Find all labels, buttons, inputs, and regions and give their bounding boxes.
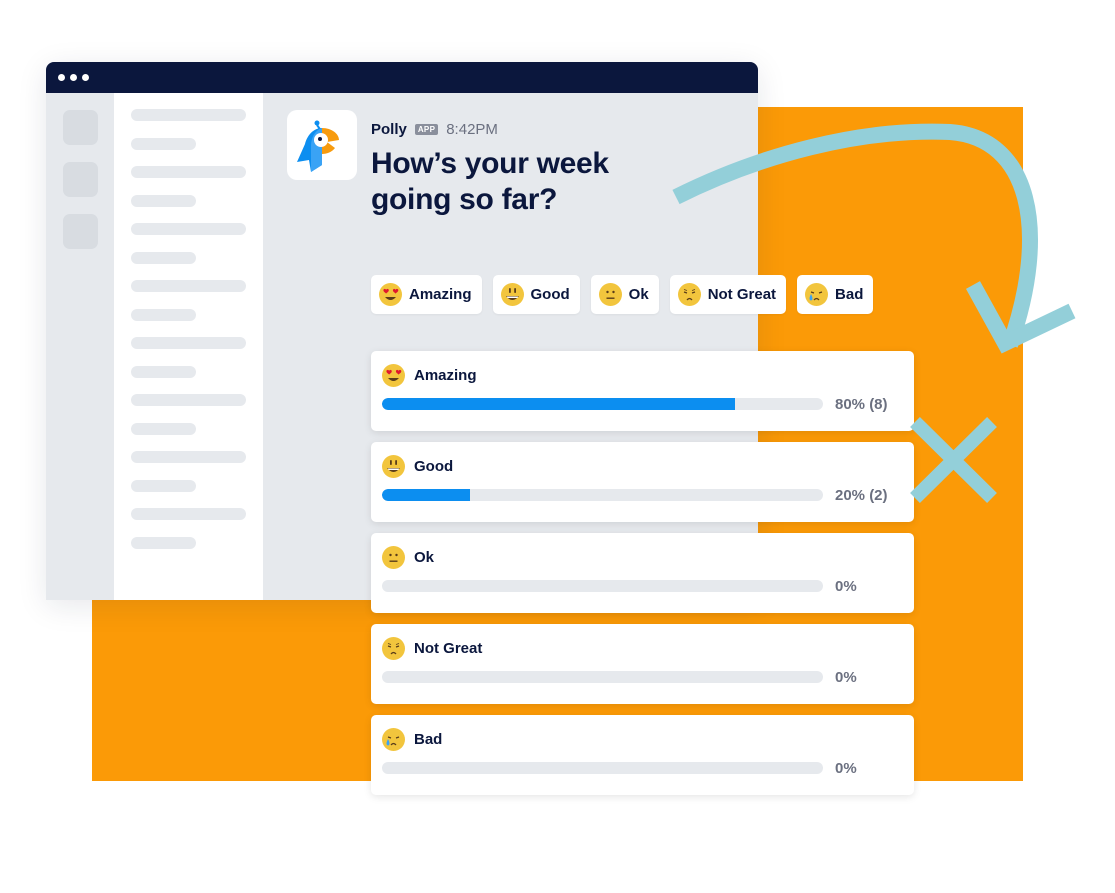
vote-button-label: Ok (628, 286, 649, 303)
grinning-emoji-icon (500, 283, 524, 306)
disappointed-emoji-icon (677, 283, 701, 306)
workspace-item[interactable] (63, 162, 98, 197)
result-progress-fill (382, 398, 735, 410)
channel-placeholder-line[interactable] (131, 337, 246, 349)
channel-placeholder-line[interactable] (131, 166, 246, 178)
vote-button-label: Not Great (707, 286, 777, 303)
channel-placeholder-line[interactable] (131, 451, 246, 463)
result-card: Good 20% (2) (371, 442, 914, 522)
vote-button-amazing[interactable]: Amazing (371, 275, 482, 314)
workspace-item[interactable] (63, 110, 98, 145)
neutral-emoji-icon (382, 546, 405, 569)
channel-placeholder-line[interactable] (131, 394, 246, 406)
result-percentage: 0% (835, 578, 857, 595)
result-header: Ok (382, 546, 434, 569)
heart-eyes-emoji-icon (382, 364, 405, 387)
channel-placeholder-line[interactable] (131, 365, 196, 378)
result-percentage: 0% (835, 760, 857, 777)
crying-emoji-icon (805, 283, 829, 306)
result-header: Bad (382, 728, 442, 751)
channel-placeholder-line[interactable] (131, 280, 246, 292)
channel-placeholder-line[interactable] (131, 109, 246, 121)
result-label: Not Great (414, 640, 483, 657)
result-card: Bad 0% (371, 715, 914, 795)
result-card: Amazing 80% (8) (371, 351, 914, 431)
result-progress-bar (382, 671, 823, 683)
vote-button-label: Bad (835, 286, 864, 303)
poll-question: How’s your week going so far? (371, 147, 609, 216)
result-percentage: 20% (2) (835, 487, 888, 504)
heart-eyes-emoji-icon (379, 283, 402, 306)
result-label: Amazing (414, 367, 477, 384)
window-controls (58, 74, 89, 81)
message-header: Polly APP 8:42PM (371, 121, 498, 138)
channel-placeholder-line[interactable] (131, 508, 246, 520)
result-progress-bar (382, 489, 823, 501)
channel-placeholder-line[interactable] (131, 223, 246, 235)
vote-button-not-great[interactable]: Not Great (669, 275, 787, 314)
polly-avatar[interactable] (287, 110, 357, 180)
crying-emoji-icon (382, 728, 405, 751)
channel-placeholder-line[interactable] (131, 251, 196, 264)
channel-placeholder-line[interactable] (131, 137, 196, 150)
result-label: Good (414, 458, 454, 475)
window-dot-icon[interactable] (58, 74, 65, 81)
channel-placeholder-line[interactable] (131, 422, 196, 435)
result-progress-fill (382, 489, 471, 501)
window-dot-icon[interactable] (70, 74, 77, 81)
vote-button-label: Amazing (409, 286, 472, 303)
window-dot-icon[interactable] (82, 74, 89, 81)
polly-parrot-icon (297, 120, 339, 172)
result-progress-bar (382, 398, 823, 410)
channel-placeholder-line[interactable] (131, 479, 196, 492)
vote-button-ok[interactable]: Ok (590, 275, 659, 314)
result-progress-bar (382, 762, 823, 774)
grinning-emoji-icon (382, 455, 405, 478)
disappointed-emoji-icon (382, 637, 405, 660)
result-header: Amazing (382, 364, 477, 387)
result-progress-bar (382, 580, 823, 592)
channel-sidebar (114, 93, 263, 600)
result-header: Good (382, 455, 453, 478)
workspace-item[interactable] (63, 214, 98, 249)
result-card: Ok 0% (371, 533, 914, 613)
poll-options: Amazing Good Ok Not Great Bad (371, 275, 874, 314)
window-titlebar (46, 62, 758, 93)
result-label: Bad (414, 731, 443, 748)
result-label: Ok (414, 549, 435, 566)
result-percentage: 0% (835, 669, 857, 686)
channel-placeholder-line[interactable] (131, 536, 196, 549)
workspace-rail (46, 93, 114, 600)
app-badge: APP (414, 124, 439, 135)
channel-placeholder-line[interactable] (131, 194, 196, 207)
result-header: Not Great (382, 637, 482, 660)
channel-placeholder-line[interactable] (131, 308, 196, 321)
neutral-emoji-icon (598, 283, 622, 306)
vote-button-good[interactable]: Good (492, 275, 580, 314)
sender-name[interactable]: Polly (371, 121, 407, 138)
result-percentage: 80% (8) (835, 396, 888, 413)
result-card: Not Great 0% (371, 624, 914, 704)
vote-button-bad[interactable]: Bad (797, 275, 874, 314)
message-timestamp[interactable]: 8:42PM (446, 121, 498, 138)
vote-button-label: Good (530, 286, 570, 303)
